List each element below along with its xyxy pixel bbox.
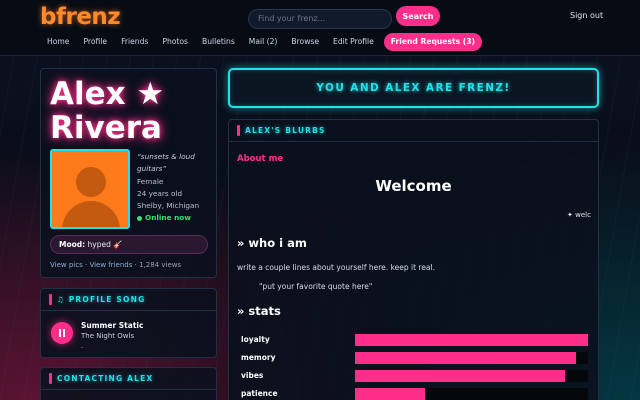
- stat-row-vibes: vibes: [241, 370, 589, 382]
- stat-row-memory: memory: [241, 352, 589, 364]
- section-header: ♫ PROFILE SONG: [41, 289, 216, 311]
- online-dot-icon: [137, 215, 142, 221]
- section-header: ALEX'S BLURBS: [229, 120, 598, 142]
- mood-badge: Mood: hyped 🎸: [50, 235, 208, 254]
- nav-edit-profile[interactable]: Edit Profile: [326, 33, 381, 51]
- nav-bulletins[interactable]: Bulletins: [195, 33, 242, 51]
- stat-track: [355, 370, 588, 382]
- top-bar: bfrenz Search Sign out Home Profile Frie…: [0, 0, 640, 56]
- link-separator: ·: [134, 261, 137, 269]
- play-pause-icon[interactable]: [51, 322, 73, 344]
- section-accent-bar: [49, 373, 52, 384]
- profile-tagline: “sunsets & loud guitars”: [137, 152, 195, 174]
- profile-info: “sunsets & loud guitars” Female 24 years…: [137, 151, 209, 225]
- stat-row-loyalty: loyalty: [241, 334, 589, 346]
- section-header: CONTACTING ALEX: [41, 368, 216, 390]
- section-accent-bar: [237, 125, 240, 136]
- frenz-banner: YOU AND ALEX ARE FRENZ!: [228, 68, 599, 108]
- welcome-heading: Welcome: [375, 177, 452, 195]
- stat-label: vibes: [241, 371, 264, 380]
- stat-label: loyalty: [241, 335, 270, 344]
- nav-friends[interactable]: Friends: [114, 33, 155, 51]
- blurbs-title: ALEX'S BLURBS: [245, 126, 326, 135]
- online-status-text: Online now: [145, 213, 192, 223]
- contacting-title: CONTACTING ALEX: [57, 374, 154, 383]
- profile-song-card: ♫ PROFILE SONG Summer Static The Night O…: [40, 288, 217, 358]
- nav-photos[interactable]: Photos: [155, 33, 195, 51]
- pause-bar-left: [59, 329, 61, 337]
- song-title: Summer Static: [81, 321, 144, 330]
- song-extra: .: [81, 342, 84, 350]
- section-accent-bar: [49, 294, 52, 305]
- stats-heading: » stats: [237, 304, 281, 318]
- search-input[interactable]: [248, 8, 392, 29]
- nav-browse[interactable]: Browse: [284, 33, 326, 51]
- stat-row-patience: patience: [241, 388, 589, 400]
- about-me-label: About me: [237, 154, 284, 164]
- who-i-am-heading: » who i am: [237, 236, 307, 250]
- sign-out-link[interactable]: Sign out: [570, 11, 603, 20]
- nav-mail[interactable]: Mail (2): [242, 33, 285, 51]
- search-form: Search: [248, 6, 440, 29]
- main-nav: Home Profile Friends Photos Bulletins Ma…: [40, 33, 482, 51]
- stat-track: [355, 352, 588, 364]
- stat-label: memory: [241, 353, 276, 362]
- pause-bar-right: [63, 329, 65, 337]
- nav-home[interactable]: Home: [40, 33, 76, 51]
- stat-track: [355, 388, 588, 400]
- online-status: Online now: [137, 212, 209, 224]
- contacting-card: CONTACTING ALEX: [40, 367, 217, 400]
- welcome-marquee: ✦ welcome to my page ✦: [567, 211, 591, 219]
- nav-profile[interactable]: Profile: [76, 33, 114, 51]
- profile-song-title: ♫ PROFILE SONG: [57, 295, 146, 304]
- profile-name: Alex ★ Rivera: [50, 77, 164, 145]
- profile-card: Alex ★ Rivera “sunsets & loud guitars” F…: [40, 68, 217, 278]
- stat-fill: [355, 352, 577, 364]
- site-logo[interactable]: bfrenz: [40, 4, 121, 30]
- stat-track: [355, 334, 588, 346]
- blurbs-panel: ALEX'S BLURBS About me Welcome ✦ welcome…: [228, 119, 599, 400]
- stat-fill: [355, 334, 588, 346]
- avatar[interactable]: [50, 149, 130, 229]
- profile-location: Shelby, Michigan: [137, 201, 200, 211]
- profile-gender: Female: [137, 176, 164, 186]
- profile-name-last: Rivera: [50, 110, 162, 146]
- who-i-am-text: write a couple lines about yourself here…: [237, 263, 435, 272]
- nav-friend-requests[interactable]: Friend Requests (3): [383, 33, 482, 51]
- view-pics-link[interactable]: View pics: [50, 261, 83, 269]
- profile-links: View pics · View friends · 1,284 views: [50, 261, 181, 269]
- profile-name-first: Alex ★: [50, 76, 165, 112]
- profile-age: 24 years old: [137, 188, 183, 198]
- avatar-head-shape: [76, 167, 106, 197]
- favorite-quote: "put your favorite quote here": [259, 282, 373, 291]
- frenz-banner-text: YOU AND ALEX ARE FRENZ!: [316, 82, 511, 94]
- view-count: 1,284 views: [139, 261, 182, 269]
- view-friends-link[interactable]: View friends: [89, 261, 132, 269]
- link-separator: ·: [84, 261, 88, 269]
- stat-fill: [355, 370, 565, 382]
- mood-value: hyped 🎸: [87, 240, 123, 249]
- stat-fill: [355, 388, 425, 400]
- song-artist: The Night Owls: [81, 332, 135, 340]
- mood-label: Mood:: [59, 240, 86, 249]
- search-button[interactable]: Search: [396, 6, 440, 26]
- avatar-body-shape: [62, 201, 120, 227]
- stat-label: patience: [241, 389, 278, 398]
